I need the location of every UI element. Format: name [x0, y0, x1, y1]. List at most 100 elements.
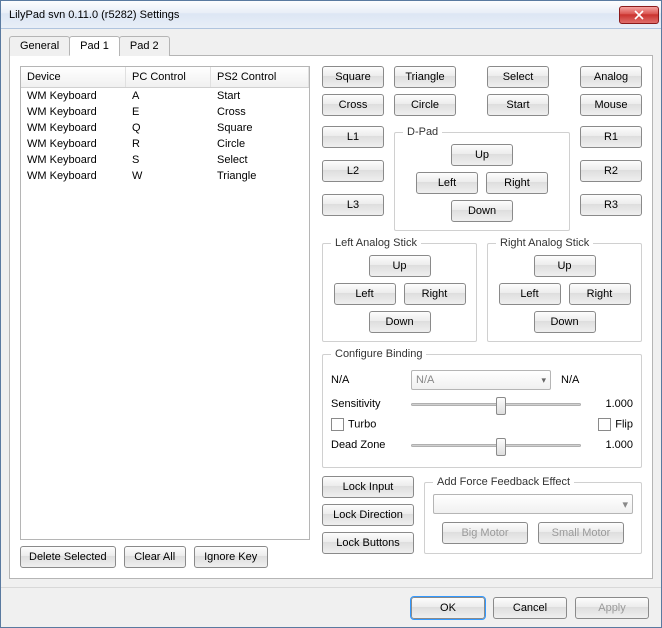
cell-ps2: Select	[211, 152, 309, 168]
r1-button[interactable]: R1	[580, 126, 642, 148]
circle-button[interactable]: Circle	[394, 94, 456, 116]
col-device[interactable]: Device	[21, 67, 126, 87]
deadzone-label: Dead Zone	[331, 439, 401, 451]
binding-extra: N/A	[561, 374, 579, 386]
lstick-up-button[interactable]: Up	[369, 255, 431, 277]
tab-pad1[interactable]: Pad 1	[69, 36, 120, 56]
tab-body: Device PC Control PS2 Control WM Keyboar…	[9, 56, 653, 579]
start-button[interactable]: Start	[487, 94, 549, 116]
tab-general[interactable]: General	[9, 36, 70, 56]
dpad-title: D-Pad	[403, 126, 442, 138]
big-motor-button[interactable]: Big Motor	[442, 522, 528, 544]
close-icon	[634, 10, 644, 20]
cell-device: WM Keyboard	[21, 104, 126, 120]
ff-device-combo[interactable]: ▾	[433, 494, 633, 514]
sensitivity-slider[interactable]	[411, 394, 581, 414]
settings-window: LilyPad svn 0.11.0 (r5282) Settings Gene…	[0, 0, 662, 628]
sensitivity-value: 1.000	[591, 398, 633, 410]
select-button[interactable]: Select	[487, 66, 549, 88]
tab-pad2[interactable]: Pad 2	[119, 36, 170, 56]
apply-button[interactable]: Apply	[575, 597, 649, 619]
l1-button[interactable]: L1	[322, 126, 384, 148]
sensitivity-label: Sensitivity	[331, 398, 401, 410]
delete-selected-button[interactable]: Delete Selected	[20, 546, 116, 568]
configure-binding-group: Configure Binding N/A N/A ▾ N/A Sensitiv…	[322, 348, 642, 468]
cell-ps2: Cross	[211, 104, 309, 120]
dpad-group: D-Pad Up Left Right Down	[394, 126, 570, 231]
list-header: Device PC Control PS2 Control	[21, 67, 309, 88]
clear-all-button[interactable]: Clear All	[124, 546, 186, 568]
r2-button[interactable]: R2	[580, 160, 642, 182]
force-feedback-group: Add Force Feedback Effect ▾ Big Motor Sm…	[424, 476, 642, 554]
cell-pc: S	[126, 152, 211, 168]
turbo-checkbox[interactable]: Turbo	[331, 418, 376, 431]
bindings-list[interactable]: Device PC Control PS2 Control WM Keyboar…	[20, 66, 310, 540]
lock-input-button[interactable]: Lock Input	[322, 476, 414, 498]
cell-device: WM Keyboard	[21, 168, 126, 184]
rstick-left-button[interactable]: Left	[499, 283, 561, 305]
small-motor-button[interactable]: Small Motor	[538, 522, 624, 544]
dpad-up-button[interactable]: Up	[451, 144, 513, 166]
right-stick-title: Right Analog Stick	[496, 237, 593, 249]
cell-pc: Q	[126, 120, 211, 136]
close-button[interactable]	[619, 6, 659, 24]
dialog-footer: OK Cancel Apply	[1, 587, 661, 627]
col-ps2[interactable]: PS2 Control	[211, 67, 309, 87]
table-row[interactable]: WM KeyboardWTriangle	[21, 168, 309, 184]
cell-ps2: Start	[211, 88, 309, 104]
rstick-down-button[interactable]: Down	[534, 311, 596, 333]
client-area: General Pad 1 Pad 2 Device PC Control PS…	[1, 29, 661, 587]
table-row[interactable]: WM KeyboardQSquare	[21, 120, 309, 136]
rstick-up-button[interactable]: Up	[534, 255, 596, 277]
lock-direction-button[interactable]: Lock Direction	[322, 504, 414, 526]
cell-device: WM Keyboard	[21, 136, 126, 152]
cell-device: WM Keyboard	[21, 88, 126, 104]
left-stick-group: Left Analog Stick Up Left Right Down	[322, 237, 477, 342]
lstick-left-button[interactable]: Left	[334, 283, 396, 305]
cell-ps2: Square	[211, 120, 309, 136]
ok-button[interactable]: OK	[411, 597, 485, 619]
chevron-down-icon: ▾	[541, 375, 546, 386]
analog-button[interactable]: Analog	[580, 66, 642, 88]
mouse-button[interactable]: Mouse	[580, 94, 642, 116]
l2-button[interactable]: L2	[322, 160, 384, 182]
cell-ps2: Circle	[211, 136, 309, 152]
r3-button[interactable]: R3	[580, 194, 642, 216]
cell-device: WM Keyboard	[21, 120, 126, 136]
window-title: LilyPad svn 0.11.0 (r5282) Settings	[9, 9, 619, 21]
cell-pc: R	[126, 136, 211, 152]
cell-device: WM Keyboard	[21, 152, 126, 168]
table-row[interactable]: WM KeyboardSSelect	[21, 152, 309, 168]
dpad-right-button[interactable]: Right	[486, 172, 548, 194]
triangle-button[interactable]: Triangle	[394, 66, 456, 88]
col-pc[interactable]: PC Control	[126, 67, 211, 87]
binding-combo-value: N/A	[416, 374, 434, 386]
binding-name: N/A	[331, 374, 401, 386]
tabs: General Pad 1 Pad 2	[9, 35, 653, 56]
binding-combo[interactable]: N/A ▾	[411, 370, 551, 390]
table-row[interactable]: WM KeyboardAStart	[21, 88, 309, 104]
cell-pc: W	[126, 168, 211, 184]
ignore-key-button[interactable]: Ignore Key	[194, 546, 268, 568]
deadzone-value: 1.000	[591, 439, 633, 451]
lstick-right-button[interactable]: Right	[404, 283, 466, 305]
lock-buttons-button[interactable]: Lock Buttons	[322, 532, 414, 554]
cell-ps2: Triangle	[211, 168, 309, 184]
right-stick-group: Right Analog Stick Up Left Right Down	[487, 237, 642, 342]
cell-pc: E	[126, 104, 211, 120]
square-button[interactable]: Square	[322, 66, 384, 88]
lstick-down-button[interactable]: Down	[369, 311, 431, 333]
rstick-right-button[interactable]: Right	[569, 283, 631, 305]
dpad-left-button[interactable]: Left	[416, 172, 478, 194]
cancel-button[interactable]: Cancel	[493, 597, 567, 619]
l3-button[interactable]: L3	[322, 194, 384, 216]
table-row[interactable]: WM KeyboardECross	[21, 104, 309, 120]
deadzone-slider[interactable]	[411, 435, 581, 455]
dpad-down-button[interactable]: Down	[451, 200, 513, 222]
cell-pc: A	[126, 88, 211, 104]
cross-button[interactable]: Cross	[322, 94, 384, 116]
ff-title: Add Force Feedback Effect	[433, 476, 574, 488]
table-row[interactable]: WM KeyboardRCircle	[21, 136, 309, 152]
titlebar: LilyPad svn 0.11.0 (r5282) Settings	[1, 1, 661, 29]
flip-checkbox[interactable]: Flip	[598, 418, 633, 431]
